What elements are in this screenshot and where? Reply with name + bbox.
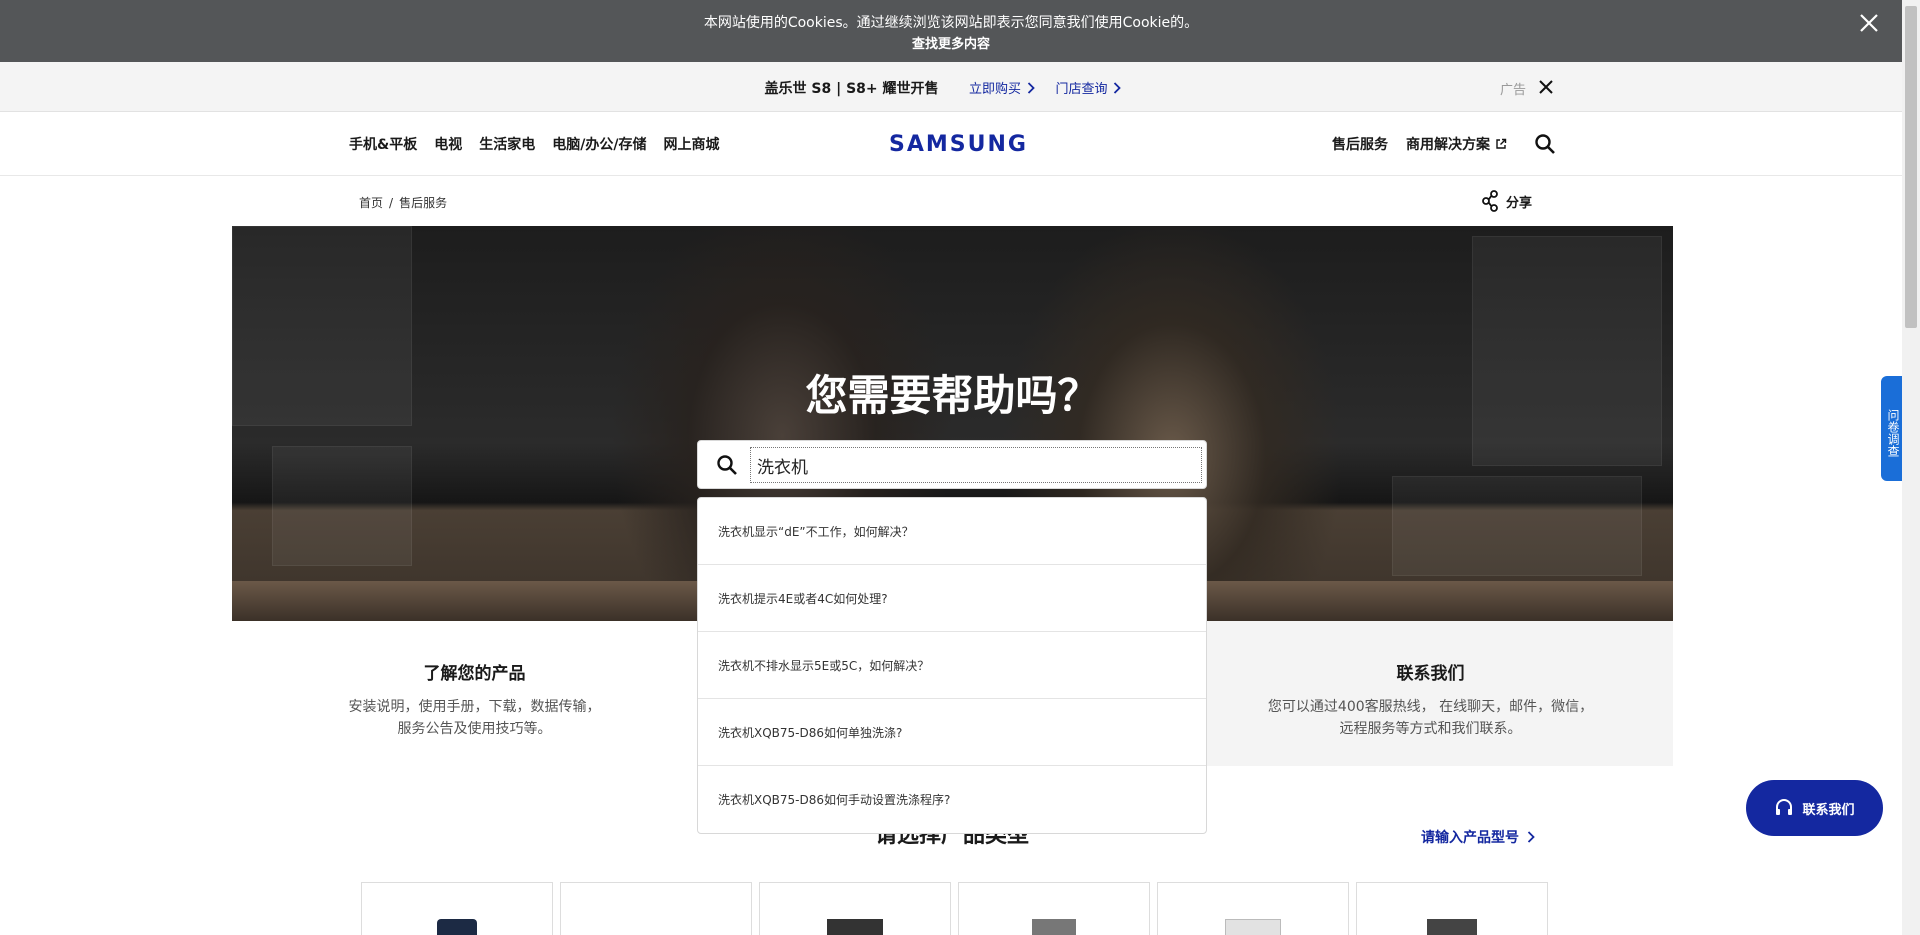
suggestion-item[interactable]: 洗衣机不排水显示5E或5C，如何解决？ — [698, 632, 1206, 699]
contact-us-card[interactable]: 联系我们 您可以通过400客服热线， 在线聊天，邮件，微信， 远程服务等方式和我… — [1188, 621, 1673, 766]
enter-model-link[interactable]: 请输入产品型号 — [1421, 827, 1535, 847]
product-category-card[interactable] — [1157, 882, 1349, 935]
product-category-card[interactable] — [958, 882, 1150, 935]
promo-buy-link[interactable]: 立即购买 — [969, 78, 1035, 97]
nav-item-mobile[interactable]: 手机&平板 — [349, 134, 417, 154]
card-desc-line: 安装说明，使用手册，下载，数据传输， — [348, 699, 601, 715]
washer-image — [1225, 919, 1281, 935]
card-desc-line: 服务公告及使用技巧等。 — [397, 721, 552, 737]
share-button[interactable]: 分享 — [1482, 190, 1532, 212]
card-description: 安装说明，使用手册，下载，数据传输， 服务公告及使用技巧等。 — [232, 696, 717, 740]
chevron-right-icon — [1114, 81, 1122, 94]
card-desc-line: 您可以通过400客服热线， 在线聊天，邮件，微信， — [1267, 699, 1594, 715]
product-category-card[interactable] — [560, 882, 752, 935]
contact-us-button[interactable]: 联系我们 — [1746, 780, 1883, 836]
share-label: 分享 — [1506, 195, 1533, 211]
page-scrollbar[interactable] — [1902, 0, 1920, 935]
product-image — [1427, 919, 1477, 935]
close-icon[interactable] — [1858, 12, 1880, 34]
search-suggestions: 洗衣机显示“dE”不工作，如何解决？ 洗衣机提示4E或者4C如何处理? 洗衣机不… — [697, 497, 1207, 834]
tv-image — [827, 919, 883, 935]
suggestion-item[interactable]: 洗衣机提示4E或者4C如何处理? — [698, 565, 1206, 632]
phone-image — [437, 919, 477, 935]
product-category-card[interactable] — [1356, 882, 1548, 935]
promo-store-link[interactable]: 门店查询 — [1055, 78, 1122, 97]
cookie-banner: 本网站使用的Cookies。通过继续浏览该网站即表示您同意我们使用Cookie的… — [0, 0, 1902, 62]
breadcrumb-home[interactable]: 首页 — [359, 196, 383, 210]
product-category-card[interactable] — [361, 882, 553, 935]
promo-store-label: 门店查询 — [1055, 82, 1108, 97]
contact-us-label: 联系我们 — [1802, 802, 1855, 818]
know-product-card[interactable]: 了解您的产品 安装说明，使用手册，下载，数据传输， 服务公告及使用技巧等。 — [232, 621, 717, 766]
close-icon[interactable] — [1538, 79, 1554, 95]
card-description: 您可以通过400客服热线， 在线聊天，邮件，微信， 远程服务等方式和我们联系。 — [1188, 696, 1673, 740]
card-title: 联系我们 — [1396, 664, 1465, 684]
nav-item-computing[interactable]: 电脑/办公/存储 — [552, 134, 646, 154]
breadcrumb: 首页 / 售后服务 — [359, 194, 447, 211]
cookie-text: 本网站使用的Cookies。通过继续浏览该网站即表示您同意我们使用Cookie的… — [703, 15, 1199, 31]
hero-title: 您需要帮助吗？ — [805, 371, 1100, 420]
nav-item-shop[interactable]: 网上商城 — [663, 134, 719, 154]
suggestion-item[interactable]: 洗衣机显示“dE”不工作，如何解决？ — [698, 498, 1206, 565]
promo-bar: 盖乐世 S8 | S8+ 耀世开售 立即购买 门店查询 广告 — [0, 62, 1902, 112]
search-box — [697, 440, 1207, 489]
chevron-right-icon — [1527, 831, 1535, 843]
nav-item-appliances[interactable]: 生活家电 — [479, 134, 535, 154]
product-category-card[interactable] — [759, 882, 951, 935]
promo-buy-label: 立即购买 — [968, 82, 1021, 97]
enter-model-label: 请输入产品型号 — [1421, 830, 1519, 846]
cookie-more-link[interactable]: 查找更多内容 — [0, 33, 1902, 52]
search-icon[interactable] — [1534, 133, 1556, 155]
promo-title: 盖乐世 S8 | S8+ 耀世开售 — [764, 81, 939, 97]
breadcrumb-separator: / — [389, 196, 394, 210]
share-icon — [1482, 190, 1498, 212]
suggestion-item[interactable]: 洗衣机XQB75-D86如何单独洗涤? — [698, 699, 1206, 766]
breadcrumb-support[interactable]: 售后服务 — [399, 196, 447, 210]
card-desc-line: 远程服务等方式和我们联系。 — [1339, 721, 1522, 737]
nav-item-tv[interactable]: 电视 — [434, 134, 462, 154]
nav-business-label: 商用解决方案 — [1406, 137, 1490, 153]
fridge-image — [1032, 919, 1076, 935]
headset-icon — [1776, 799, 1793, 815]
product-category-list — [361, 882, 1548, 935]
card-title: 了解您的产品 — [423, 664, 526, 684]
external-link-icon — [1496, 138, 1507, 149]
ad-label: 广告 — [1500, 83, 1527, 98]
search-icon[interactable] — [716, 454, 738, 476]
survey-tab[interactable]: 问卷调查 — [1881, 376, 1902, 481]
samsung-logo[interactable]: SAMSUNG — [889, 132, 1028, 157]
nav-item-business[interactable]: 商用解决方案 — [1406, 134, 1507, 154]
nav-item-support[interactable]: 售后服务 — [1332, 134, 1388, 154]
search-input[interactable] — [750, 447, 1202, 483]
main-nav: 手机&平板 电视 生活家电 电脑/办公/存储 网上商城 SAMSUNG 售后服务… — [0, 112, 1902, 176]
scrollbar-thumb[interactable] — [1905, 6, 1917, 328]
chevron-right-icon — [1027, 81, 1035, 94]
suggestion-item[interactable]: 洗衣机XQB75-D86如何手动设置洗涤程序? — [698, 766, 1206, 833]
